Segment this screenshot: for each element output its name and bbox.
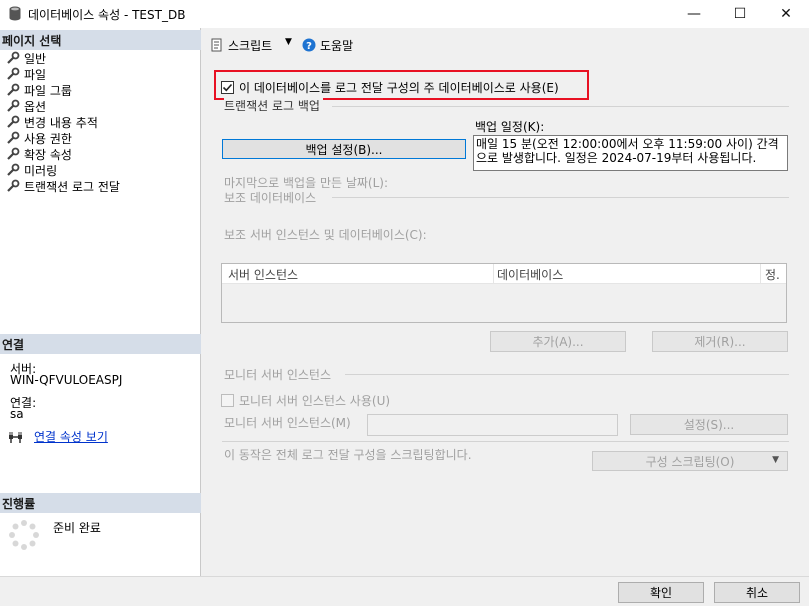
grid-column-database[interactable]: 데이터베이스 xyxy=(497,266,563,283)
page-item-mirroring[interactable]: 미러링 xyxy=(6,162,57,178)
connection-properties-icon xyxy=(9,432,22,443)
script-config-button[interactable]: 구성 스크립팅(O) ▼ xyxy=(592,451,788,471)
server-value: WIN-QFVULOEASPJ xyxy=(10,373,123,387)
progress-spinner-icon xyxy=(9,520,39,550)
add-button[interactable]: 추가(A)... xyxy=(490,331,626,352)
minimize-button[interactable]: — xyxy=(671,0,717,28)
page-item-label: 트랜잭션 로그 전달 xyxy=(24,177,120,195)
left-pane: 페이지 선택 일반 파일 파일 그룹 옵션 변경 내용 추적 사용 권한 확장 … xyxy=(0,28,201,606)
wrench-icon xyxy=(7,179,20,192)
secondary-db-group-label: 보조 데이터베이스 xyxy=(224,189,320,206)
backup-schedule-label: 백업 일정(K): xyxy=(475,120,545,134)
monitor-instance-input[interactable] xyxy=(367,414,618,436)
connection-header: 연결 xyxy=(0,334,201,354)
group-divider xyxy=(332,197,789,198)
help-icon: ? xyxy=(302,38,316,52)
page-item-change-tracking[interactable]: 변경 내용 추적 xyxy=(6,114,98,130)
chevron-down-icon[interactable]: ▼ xyxy=(285,37,292,47)
page-item-label: 확장 속성 xyxy=(24,147,72,162)
wrench-icon xyxy=(7,99,20,112)
svg-text:?: ? xyxy=(306,41,312,52)
script-config-label: 구성 스크립팅(O) xyxy=(645,454,735,469)
backup-schedule-text: 매일 15 분(오전 12:00:00에서 오후 11:59:00 사이) 간격… xyxy=(473,135,788,171)
dialog-footer: 확인 취소 xyxy=(0,576,809,606)
settings-button[interactable]: 설정(S)... xyxy=(630,414,788,435)
secondary-grid[interactable]: 서버 인스턴스 데이터베이스 정. xyxy=(221,263,787,323)
grid-column-server-instance[interactable]: 서버 인스턴스 xyxy=(228,266,298,283)
page-item-label: 파일 xyxy=(24,67,47,82)
chevron-down-icon: ▼ xyxy=(772,455,779,465)
column-divider xyxy=(760,264,761,284)
grid-header: 서버 인스턴스 데이터베이스 정. xyxy=(222,264,786,284)
page-item-label: 일반 xyxy=(24,51,47,66)
page-item-extended-properties[interactable]: 확장 속성 xyxy=(6,146,72,162)
backup-settings-button[interactable]: 백업 설정(B)... xyxy=(222,139,466,159)
enable-primary-checkbox[interactable] xyxy=(221,81,234,94)
page-item-log-shipping[interactable]: 트랜잭션 로그 전달 xyxy=(6,177,120,195)
page-item-permissions[interactable]: 사용 권한 xyxy=(6,130,72,146)
secondary-instances-label: 보조 서버 인스턴스 및 데이터베이스(C): xyxy=(224,228,427,242)
wrench-icon xyxy=(7,83,20,96)
page-item-options[interactable]: 옵션 xyxy=(6,98,46,114)
tlog-backup-group-label: 트랜잭션 로그 백업 xyxy=(224,97,323,114)
group-divider xyxy=(345,374,789,375)
use-monitor-label: 모니터 서버 인스턴스 사용(U) xyxy=(239,394,391,408)
remove-button[interactable]: 제거(R)... xyxy=(652,331,788,352)
wrench-icon xyxy=(7,115,20,128)
wrench-icon xyxy=(7,163,20,176)
page-item-label: 파일 그룹 xyxy=(24,83,72,98)
wrench-icon xyxy=(7,147,20,160)
monitor-group-label: 모니터 서버 인스턴스 xyxy=(224,366,334,383)
script-icon xyxy=(211,38,222,52)
progress-header: 진행률 xyxy=(0,493,201,513)
right-pane: 스크립트 ▼ ? 도움말 이 데이터베이스를 로그 전달 구성의 주 데이터베이… xyxy=(202,28,809,576)
maximize-button[interactable]: ☐ xyxy=(717,0,763,28)
page-item-filegroups[interactable]: 파일 그룹 xyxy=(6,82,72,98)
wrench-icon xyxy=(7,131,20,144)
page-item-files[interactable]: 파일 xyxy=(6,66,46,82)
page-item-label: 미러링 xyxy=(24,163,58,178)
footer-note: 이 동작은 전체 로그 전달 구성을 스크립팅합니다. xyxy=(224,448,472,462)
progress-status: 준비 완료 xyxy=(53,521,101,535)
page-item-label: 변경 내용 추적 xyxy=(24,115,98,130)
help-button[interactable]: 도움말 xyxy=(320,37,353,54)
connection-value: sa xyxy=(10,407,24,421)
column-divider xyxy=(493,264,494,284)
database-icon xyxy=(9,6,21,21)
ok-button[interactable]: 확인 xyxy=(618,582,704,603)
grid-column-state[interactable]: 정. xyxy=(765,266,780,283)
script-button[interactable]: 스크립트 xyxy=(228,37,272,54)
window-title: 데이터베이스 속성 - TEST_DB xyxy=(28,8,186,22)
monitor-instance-label: 모니터 서버 인스턴스(M) xyxy=(224,416,351,430)
use-monitor-checkbox[interactable] xyxy=(221,394,234,407)
title-bar: 데이터베이스 속성 - TEST_DB — ☐ ✕ xyxy=(0,0,809,28)
page-item-general[interactable]: 일반 xyxy=(6,50,46,66)
view-connection-properties-link[interactable]: 연결 속성 보기 xyxy=(34,428,108,445)
page-item-label: 옵션 xyxy=(24,99,47,114)
group-divider xyxy=(332,106,789,107)
page-item-label: 사용 권한 xyxy=(24,131,72,146)
enable-primary-label: 이 데이터베이스를 로그 전달 구성의 주 데이터베이스로 사용(E) xyxy=(239,81,559,95)
wrench-icon xyxy=(7,51,20,64)
checkmark-icon xyxy=(222,83,233,92)
close-button[interactable]: ✕ xyxy=(763,0,809,28)
group-divider xyxy=(222,441,789,442)
wrench-icon xyxy=(7,67,20,80)
cancel-button[interactable]: 취소 xyxy=(714,582,800,603)
page-select-header: 페이지 선택 xyxy=(0,30,201,50)
